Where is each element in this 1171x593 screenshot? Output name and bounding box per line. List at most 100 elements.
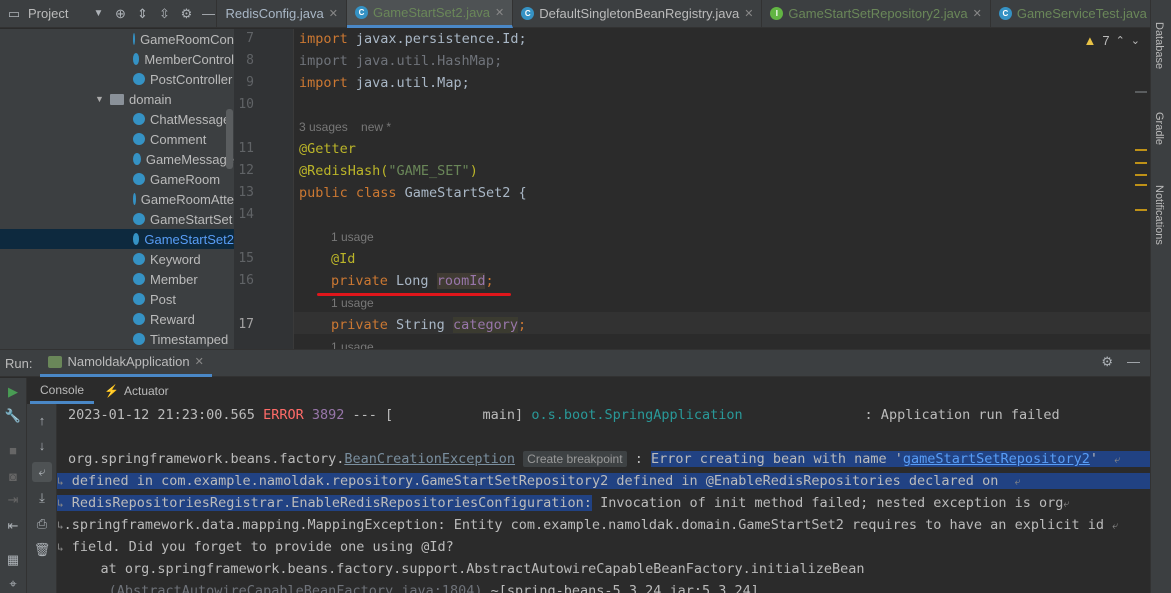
create-breakpoint-button[interactable]: Create breakpoint (523, 451, 627, 467)
tab-console[interactable]: Console (30, 378, 95, 404)
code-line: import java.util.HashMap; (299, 53, 503, 69)
soft-wrap-mark-icon: ↳ (57, 475, 64, 488)
usages-hint[interactable]: 3 usages new * (299, 120, 391, 134)
code-line: @Id (331, 251, 356, 267)
arrow-down-icon[interactable]: ↓ (34, 437, 50, 453)
console-line: ↳.springframework.data.mapping.MappingEx… (57, 517, 1119, 533)
error-stripe-mark[interactable] (1135, 162, 1147, 164)
gear-icon[interactable]: ⚙ (1101, 354, 1113, 370)
tree-item[interactable]: GameRoomCon (0, 29, 234, 49)
minimize-icon[interactable]: — (200, 6, 216, 22)
chevron-down-icon[interactable]: ▼ (90, 6, 106, 22)
trash-icon[interactable]: 🗑 (34, 542, 51, 558)
actuator-icon: ⚡ (104, 384, 119, 398)
code-line: public class GameStartSet2 { (299, 185, 527, 201)
class-icon: C (998, 7, 1012, 20)
error-stripe-mark[interactable] (1135, 91, 1147, 93)
error-stripe-mark[interactable] (1135, 184, 1147, 186)
close-icon[interactable]: ✕ (973, 7, 982, 20)
project-header[interactable]: ▭ Project ▼ ⊕ ⇕ ⇳ ⚙ — (0, 0, 218, 28)
tab-label: GameServiceTest.java (1016, 6, 1147, 21)
tree-folder-domain[interactable]: ▼ domain (0, 89, 234, 109)
bean-link[interactable]: gameStartSetRepository2 (903, 451, 1090, 467)
tab-label: DefaultSingletonBeanRegistry.java (539, 6, 740, 21)
soft-wrap-mark-icon: ↳ (57, 541, 64, 554)
tree-scrollbar[interactable] (226, 109, 233, 169)
gear-icon[interactable]: ⚙ (178, 6, 194, 22)
usages-hint[interactable]: 1 usage (331, 230, 374, 244)
code-line: @Getter (299, 141, 356, 157)
layout-icon[interactable]: ▦ (5, 552, 21, 568)
print-icon[interactable]: ⎙ (34, 516, 50, 532)
gradle-tab[interactable]: Gradle (1153, 112, 1165, 145)
line-number: 12 (238, 163, 254, 178)
tab-default-singleton[interactable]: C DefaultSingletonBeanRegistry.java ✕ (513, 0, 763, 28)
exit-icon[interactable]: ⇥ (5, 492, 21, 508)
project-tree: GameRoomCon MemberControl PostController… (0, 29, 234, 349)
console-output[interactable]: 2023-01-12 21:23:00.565 ERROR 3892 --- [… (57, 404, 1150, 593)
tab-label: RedisConfig.java (225, 6, 324, 21)
close-icon[interactable]: ✕ (495, 6, 504, 19)
tree-item[interactable]: MemberControl (0, 49, 234, 69)
close-icon[interactable]: ✕ (195, 355, 204, 368)
tab-redis-config[interactable]: RedisConfig.java ✕ (217, 0, 347, 28)
tab-game-service-test[interactable]: C GameServiceTest.java (991, 0, 1155, 28)
tree-item[interactable]: Timestamped (0, 329, 234, 349)
tree-item[interactable]: GameMessage (0, 149, 234, 169)
close-icon[interactable]: ✕ (329, 7, 338, 20)
scroll-to-end-icon[interactable]: ⤓ (34, 490, 50, 506)
class-icon (133, 133, 145, 145)
tab-game-start-set2[interactable]: C GameStartSet2.java ✕ (346, 0, 514, 28)
tab-actuator[interactable]: ⚡ Actuator (94, 378, 179, 404)
tree-item[interactable]: Comment (0, 129, 234, 149)
minimize-icon[interactable]: — (1127, 354, 1140, 370)
error-stripe-mark[interactable] (1135, 174, 1147, 176)
rerun-icon[interactable]: ▶ (5, 384, 21, 400)
chevron-down-icon[interactable]: ▼ (95, 94, 105, 104)
tab-game-start-set-repository2[interactable]: I GameStartSetRepository2.java ✕ (762, 0, 991, 28)
run-label: Run: (5, 355, 33, 371)
tree-item[interactable]: GameStartSet (0, 209, 234, 229)
tree-item[interactable]: GameRoom (0, 169, 234, 189)
line-number: 11 (238, 141, 254, 156)
tree-item-selected[interactable]: GameStartSet2 (0, 229, 234, 249)
stop-icon[interactable]: ■ (5, 442, 21, 458)
soft-wrap-mark-icon: ↳ (57, 519, 64, 532)
arrow-up-icon[interactable]: ↑ (34, 412, 50, 428)
code-editor[interactable]: import javax.persistence.Id; import java… (294, 29, 1150, 349)
soft-wrap-mark-icon: ↳ (57, 497, 64, 510)
tree-item[interactable]: Post (0, 289, 234, 309)
run-config-tab[interactable]: NamoldakApplication ✕ (40, 350, 212, 377)
tree-item[interactable]: Reward (0, 309, 234, 329)
wrench-icon[interactable]: 🔧 (5, 408, 21, 424)
inspection-widget[interactable]: ▲ 7 ⌃ ⌄ (1083, 33, 1140, 48)
close-icon[interactable]: ✕ (744, 7, 753, 20)
locate-icon[interactable]: ⊕ (112, 6, 128, 22)
tree-item[interactable]: Keyword (0, 249, 234, 269)
restore-layout-icon[interactable]: ⇤ (5, 518, 21, 534)
pin-icon[interactable]: ⌖ (5, 576, 21, 592)
line-number: 10 (238, 97, 254, 112)
camera-icon[interactable]: ◙ (5, 468, 21, 484)
error-stripe-mark[interactable] (1135, 209, 1147, 211)
chevron-down-icon[interactable]: ⌄ (1131, 34, 1140, 47)
exception-link[interactable]: BeanCreationException (344, 451, 515, 467)
tree-item[interactable]: Member (0, 269, 234, 289)
notifications-tab[interactable]: Notifications (1153, 185, 1165, 245)
error-stripe-mark[interactable] (1135, 149, 1147, 151)
expand-all-icon[interactable]: ⇳ (156, 6, 172, 22)
usages-hint[interactable]: 1 usage (331, 296, 374, 310)
database-tab[interactable]: Database (1153, 22, 1165, 69)
usages-hint[interactable]: 1 usage (331, 340, 374, 349)
console-line: 2023-01-12 21:23:00.565 ERROR 3892 --- [… (68, 407, 1060, 423)
soft-wrap-mark-icon: ⤶ (1014, 475, 1021, 488)
run-panel-actions: ⚙ — (1101, 354, 1140, 370)
chevron-up-icon[interactable]: ⌃ (1116, 34, 1125, 47)
tree-item[interactable]: PostController (0, 69, 234, 89)
run-subtabs: Console ⚡ Actuator (30, 378, 179, 404)
collapse-all-icon[interactable]: ⇕ (134, 6, 150, 22)
tree-item[interactable]: ChatMessage (0, 109, 234, 129)
soft-wrap-icon[interactable]: ⤶ (32, 462, 52, 482)
tree-item[interactable]: GameRoomAtte (0, 189, 234, 209)
right-tool-sidebar: Database Gradle Notifications (1150, 0, 1171, 593)
